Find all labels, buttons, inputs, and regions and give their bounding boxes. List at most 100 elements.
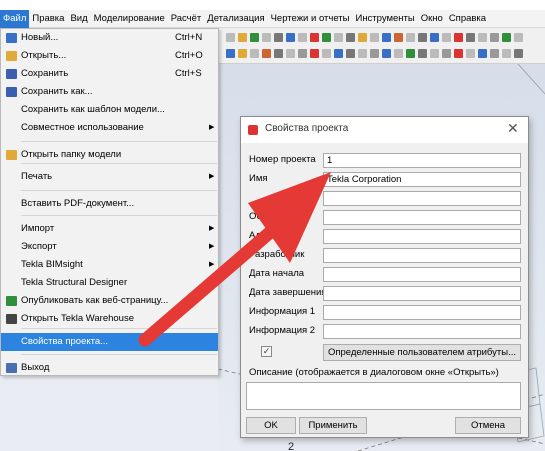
menu-tools[interactable]: Инструменты — [352, 10, 417, 28]
toolbar-button-icon[interactable] — [442, 33, 451, 42]
toolbar-button-icon[interactable] — [490, 33, 499, 42]
toolbar-button-icon[interactable] — [502, 33, 511, 42]
file-menu-item[interactable]: Открыть папку модели — [1, 146, 218, 164]
description-textarea[interactable] — [246, 382, 521, 410]
toolbar-button-icon[interactable] — [286, 33, 295, 42]
toolbar-button-icon[interactable] — [286, 49, 295, 58]
project-properties-dialog: Свойства проекта ✕ Номер проекта Имя Объ Ад… — [240, 116, 529, 438]
user-attributes-button[interactable]: Определенные пользователем атрибуты... — [323, 344, 521, 361]
file-menu-item[interactable]: Печать ▶ — [1, 168, 218, 186]
toolbar-button-icon[interactable] — [334, 49, 343, 58]
toolbar-button-icon[interactable] — [262, 33, 271, 42]
apply-button[interactable]: Применить — [299, 417, 367, 434]
file-menu-item[interactable]: Открыть Tekla Warehouse — [1, 310, 218, 328]
toolbar-button-icon[interactable] — [250, 33, 259, 42]
field-input[interactable] — [323, 191, 521, 206]
file-menu-item[interactable]: Сохранить Ctrl+S — [1, 65, 218, 83]
toolbar-button-icon[interactable] — [466, 49, 475, 58]
toolbar-button-icon[interactable] — [382, 33, 391, 42]
menu-edit[interactable]: Правка — [29, 10, 67, 28]
toolbar-button-icon[interactable] — [346, 33, 355, 42]
toolbar-button-icon[interactable] — [370, 33, 379, 42]
toolbar-button-icon[interactable] — [274, 33, 283, 42]
description-label: Описание (отображается в диалоговом окне… — [249, 367, 499, 378]
file-menu-item[interactable]: Открыть... Ctrl+O — [1, 47, 218, 65]
toolbar-button-icon[interactable] — [502, 49, 511, 58]
field-input[interactable] — [323, 153, 521, 168]
toolbar-button-icon[interactable] — [310, 33, 319, 42]
menu-modeling[interactable]: Моделирование — [91, 10, 168, 28]
file-menu-item[interactable]: Опубликовать как веб-страницу... — [1, 292, 218, 310]
toolbar-button-icon[interactable] — [478, 49, 487, 58]
toolbar-button-icon[interactable] — [358, 49, 367, 58]
file-menu-item[interactable]: Выход — [1, 359, 218, 377]
field-input[interactable] — [323, 267, 521, 282]
toolbar-button-icon[interactable] — [418, 33, 427, 42]
toolbar-button-icon[interactable] — [238, 49, 247, 58]
toolbar-button-icon[interactable] — [370, 49, 379, 58]
toolbar-button-icon[interactable] — [394, 49, 403, 58]
toolbar-button-icon[interactable] — [430, 33, 439, 42]
field-input[interactable] — [323, 305, 521, 320]
toolbar-row-1 — [226, 31, 523, 45]
ok-button[interactable]: OK — [246, 417, 296, 434]
field-input[interactable] — [323, 210, 521, 225]
close-icon[interactable]: ✕ — [507, 120, 519, 137]
field-input[interactable] — [323, 324, 521, 339]
toolbar-button-icon[interactable] — [262, 49, 271, 58]
toolbar-button-icon[interactable] — [454, 49, 463, 58]
file-menu-item[interactable]: Вставить PDF-документ... — [1, 195, 218, 213]
menu-window[interactable]: Окно — [418, 10, 446, 28]
toolbar-button-icon[interactable] — [514, 33, 523, 42]
toolbar-button-icon[interactable] — [466, 33, 475, 42]
toolbar-button-icon[interactable] — [250, 49, 259, 58]
toolbar-button-icon[interactable] — [394, 33, 403, 42]
field-input[interactable] — [323, 172, 521, 187]
toolbar-button-icon[interactable] — [490, 49, 499, 58]
toolbar-button-icon[interactable] — [442, 49, 451, 58]
file-menu-item[interactable]: Совместное использование ▶ — [1, 119, 218, 137]
toolbar-button-icon[interactable] — [514, 49, 523, 58]
toolbar-button-icon[interactable] — [418, 49, 427, 58]
file-menu-item[interactable]: Экспорт ▶ — [1, 238, 218, 256]
field-input[interactable] — [323, 229, 521, 244]
field-input[interactable] — [323, 286, 521, 301]
toolbar-button-icon[interactable] — [406, 33, 415, 42]
toolbar-button-icon[interactable] — [310, 49, 319, 58]
toolbar-button-icon[interactable] — [322, 33, 331, 42]
toolbar-button-icon[interactable] — [274, 49, 283, 58]
menu-drawings-reports[interactable]: Чертежи и отчеты — [268, 10, 353, 28]
toolbar-button-icon[interactable] — [226, 49, 235, 58]
toolbar-button-icon[interactable] — [454, 33, 463, 42]
file-menu-item[interactable]: Tekla Structural Designer — [1, 274, 218, 292]
user-attributes-checkbox[interactable]: ✓ — [261, 346, 272, 357]
menu-file[interactable]: Файл — [0, 9, 30, 28]
field-label: Дата начала — [249, 268, 305, 279]
menu-detailing[interactable]: Детализация — [204, 10, 267, 28]
file-menu-item-label: Печать — [21, 171, 53, 182]
toolbar-button-icon[interactable] — [430, 49, 439, 58]
file-menu-item[interactable]: Сохранить как... — [1, 83, 218, 101]
toolbar-button-icon[interactable] — [478, 33, 487, 42]
file-menu-item[interactable]: Сохранить как шаблон модели... — [1, 101, 218, 119]
submenu-arrow-icon: ▶ — [209, 124, 215, 131]
toolbar-button-icon[interactable] — [346, 49, 355, 58]
file-menu-item[interactable]: Tekla BIMsight ▶ — [1, 256, 218, 274]
toolbar-button-icon[interactable] — [298, 49, 307, 58]
file-menu-item[interactable]: Свойства проекта... — [1, 333, 218, 351]
menu-help[interactable]: Справка — [446, 10, 489, 28]
cancel-button[interactable]: Отмена — [455, 417, 521, 434]
file-menu-item[interactable]: Импорт ▶ — [1, 220, 218, 238]
menu-analysis[interactable]: Расчёт — [168, 10, 205, 28]
toolbar-button-icon[interactable] — [358, 33, 367, 42]
menu-view[interactable]: Вид — [67, 10, 90, 28]
toolbar-button-icon[interactable] — [334, 33, 343, 42]
toolbar-button-icon[interactable] — [226, 33, 235, 42]
field-input[interactable] — [323, 248, 521, 263]
toolbar-button-icon[interactable] — [322, 49, 331, 58]
toolbar-button-icon[interactable] — [238, 33, 247, 42]
toolbar-button-icon[interactable] — [406, 49, 415, 58]
file-menu-item[interactable]: Новый... Ctrl+N — [1, 29, 218, 47]
toolbar-button-icon[interactable] — [382, 49, 391, 58]
toolbar-button-icon[interactable] — [298, 33, 307, 42]
